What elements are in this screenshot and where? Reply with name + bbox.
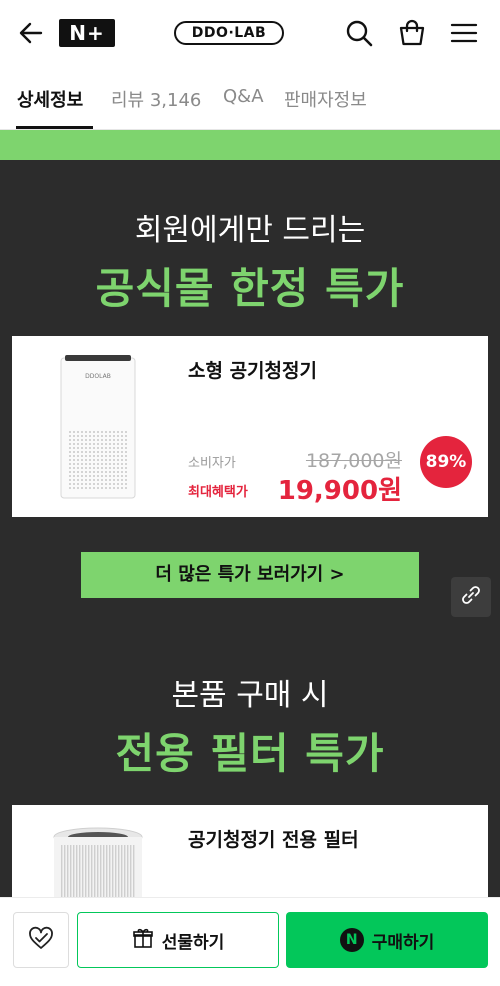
menu-icon[interactable] — [449, 18, 479, 48]
naver-n-icon: N — [339, 928, 364, 952]
more-deals-button[interactable]: 더 많은 특가 보러가기 > — [81, 552, 419, 598]
brand-logo[interactable]: DDO·LAB — [174, 21, 284, 45]
wishlist-button[interactable] — [13, 912, 69, 968]
air-purifier-image: DDOLAB — [60, 354, 136, 500]
product-name: 소형 공기청정기 — [188, 360, 317, 382]
filter-product-name: 공기청정기 전용 필터 — [188, 829, 359, 851]
app-header: N+ DDO·LAB — [0, 0, 500, 66]
max-benefit-label: 최대혜택가 — [188, 485, 248, 500]
promo1-subtitle: 회원에게만 드리는 — [134, 213, 366, 248]
discount-badge: 89% — [420, 436, 472, 488]
promo-top-strip — [0, 130, 500, 160]
promo2-subtitle: 본품 구매 시 — [171, 678, 329, 713]
tab-detail-info[interactable]: 상세정보 — [17, 86, 83, 112]
back-arrow-icon[interactable] — [16, 18, 46, 48]
filter-product-card[interactable]: 공기청정기 전용 필터 — [12, 805, 488, 910]
gift-label: 선물하기 — [161, 932, 225, 953]
tab-reviews[interactable]: 리뷰 3,146 — [111, 86, 201, 112]
promo1-title: 공식몰 한정 특가 — [95, 264, 405, 313]
gift-icon — [132, 927, 154, 954]
tab-qna[interactable]: Q&A — [223, 86, 264, 107]
shopping-bag-icon[interactable] — [397, 18, 427, 48]
original-price: 187,000원 — [305, 450, 402, 472]
gift-button[interactable]: 선물하기 — [77, 912, 279, 968]
consumer-price-label: 소비자가 — [188, 456, 236, 471]
buy-button[interactable]: N 구매하기 — [286, 912, 488, 968]
search-icon[interactable] — [344, 18, 374, 48]
naver-plus-logo[interactable]: N+ — [59, 19, 115, 47]
promo2-title: 전용 필터 특가 — [115, 729, 385, 778]
link-icon — [460, 584, 482, 610]
share-link-button[interactable] — [451, 577, 491, 617]
product-card[interactable]: DDOLAB 소형 공기청정기 소비자가 최대혜택가 187,000원 19,9… — [12, 336, 488, 517]
svg-text:DDOLAB: DDOLAB — [85, 373, 111, 380]
buy-label: 구매하기 — [371, 932, 435, 953]
tab-seller-info[interactable]: 판매자정보 — [284, 86, 367, 112]
active-tab-indicator — [16, 126, 93, 129]
product-tab-bar: 상세정보 리뷰 3,146 Q&A 판매자정보 — [0, 66, 500, 130]
heart-check-icon — [26, 923, 56, 957]
bottom-action-bar: 선물하기 N 구매하기 — [0, 897, 500, 986]
promo-banner: 회원에게만 드리는 공식몰 한정 특가 DDOLAB 소형 공기청정기 소비자가… — [0, 160, 500, 910]
sale-price: 19,900원 — [277, 476, 402, 506]
